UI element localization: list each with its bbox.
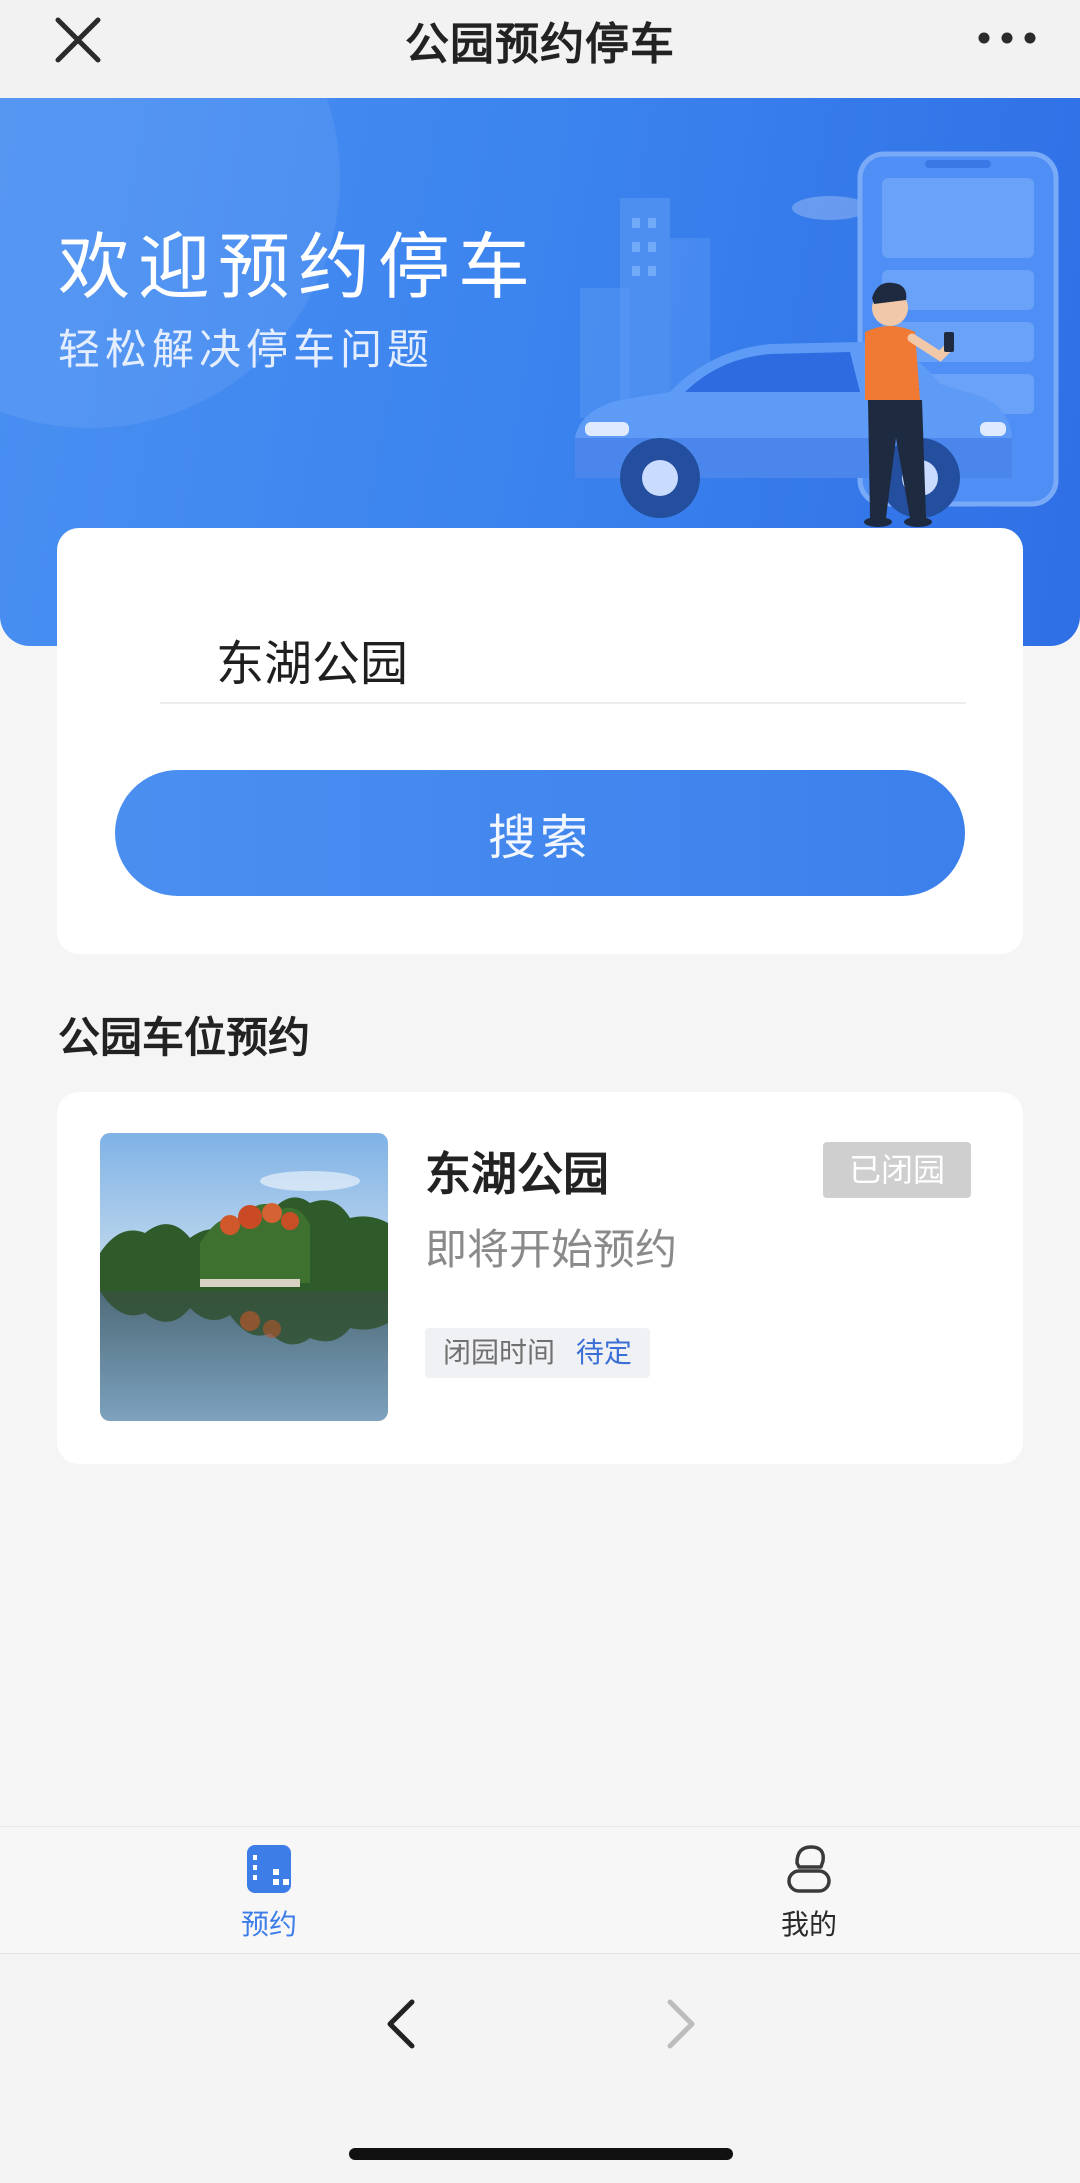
reserve-icon bbox=[247, 1845, 291, 1893]
search-card: 搜索 bbox=[57, 528, 1023, 954]
banner-subtitle: 轻松解决停车问题 bbox=[58, 325, 435, 374]
tab-mine[interactable]: 我的 bbox=[749, 1841, 869, 1943]
bottom-tab-bar: 预约 我的 bbox=[0, 1826, 1080, 1954]
park-photo bbox=[100, 1133, 388, 1421]
home-indicator[interactable] bbox=[349, 2148, 733, 2160]
banner-title: 欢迎预约停车 bbox=[58, 225, 539, 309]
profile-icon bbox=[787, 1845, 831, 1893]
close-time-tag: 闭园时间 待定 bbox=[425, 1328, 650, 1378]
tab-reserve-label: 预约 bbox=[240, 1908, 297, 1941]
close-time-label: 闭园时间 bbox=[443, 1336, 556, 1369]
top-navbar: 公园预约停车 bbox=[0, 0, 1080, 98]
close-time-value: 待定 bbox=[575, 1336, 632, 1369]
section-title: 公园车位预约 bbox=[58, 1013, 311, 1062]
tab-mine-label: 我的 bbox=[780, 1908, 837, 1941]
reservation-status: 即将开始预约 bbox=[425, 1225, 678, 1274]
search-input[interactable] bbox=[160, 616, 966, 704]
park-card[interactable]: 东湖公园 已闭园 即将开始预约 闭园时间 待定 bbox=[57, 1092, 1023, 1464]
tab-reserve[interactable]: 预约 bbox=[209, 1841, 329, 1943]
page-title: 公园预约停车 bbox=[405, 19, 675, 70]
chevron-right-icon[interactable] bbox=[658, 1994, 704, 2054]
browser-nav-bar bbox=[0, 1954, 1080, 2183]
chevron-left-icon[interactable] bbox=[378, 1994, 424, 2054]
park-name: 东湖公园 bbox=[425, 1147, 609, 1201]
closed-status-badge: 已闭园 bbox=[823, 1142, 971, 1198]
search-button[interactable]: 搜索 bbox=[115, 770, 965, 896]
more-icon[interactable] bbox=[972, 18, 1042, 58]
